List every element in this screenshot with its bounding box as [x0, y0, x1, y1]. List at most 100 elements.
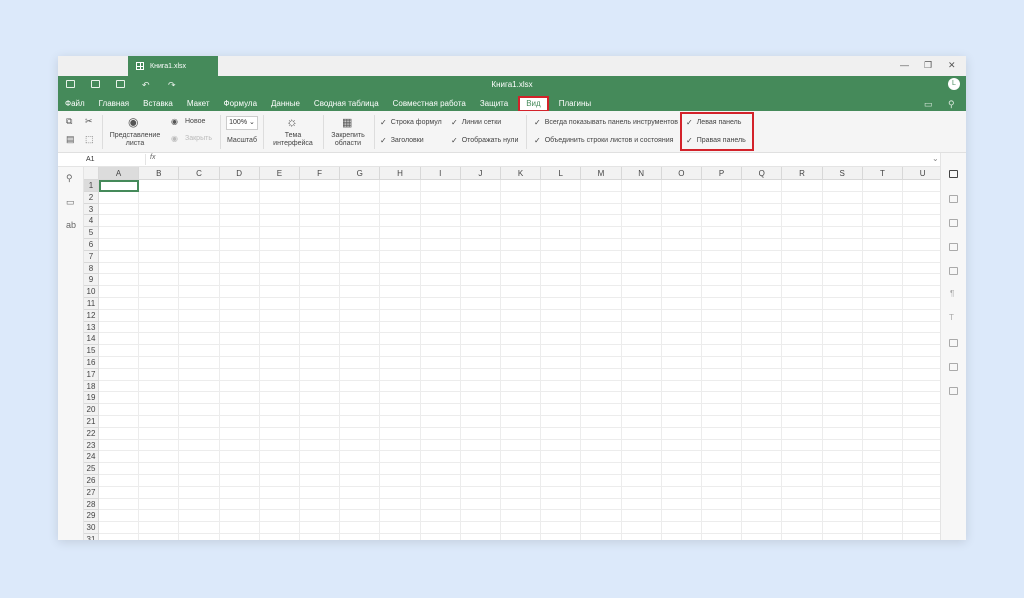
- row-header[interactable]: 10: [84, 286, 99, 298]
- cut-icon[interactable]: ✂: [85, 116, 93, 127]
- sun-icon[interactable]: ☼: [286, 114, 298, 129]
- row-header[interactable]: 30: [84, 522, 99, 534]
- row-header[interactable]: 4: [84, 215, 99, 228]
- sheet-view-label-2[interactable]: листа: [108, 140, 162, 147]
- menu-data[interactable]: Данные: [264, 98, 307, 110]
- freeze-label[interactable]: Закрепить: [326, 132, 370, 139]
- paragraph-icon[interactable]: ¶: [950, 289, 954, 298]
- row-header[interactable]: 31: [84, 534, 99, 540]
- row-header[interactable]: 27: [84, 486, 99, 499]
- formula-bar-checkbox[interactable]: ✓ Строка формул: [380, 118, 442, 127]
- combine-rows-checkbox[interactable]: ✓ Объединить строки листов и состояния: [534, 136, 673, 145]
- menu-protection[interactable]: Защита: [473, 98, 515, 110]
- row-header[interactable]: 7: [84, 250, 99, 263]
- column-header[interactable]: S: [822, 167, 863, 180]
- spreadsheet-grid[interactable]: A B C D E F G H I J K L M N O P Q R S T U 1 2 3 4 5 6 7 8 9 10 11 12 13 14…: [84, 167, 940, 540]
- column-header[interactable]: A: [99, 167, 140, 180]
- theme-label-2[interactable]: интерфейса: [268, 140, 318, 147]
- menu-insert[interactable]: Вставка: [136, 98, 180, 110]
- column-header[interactable]: B: [139, 167, 180, 180]
- show-zeros-checkbox[interactable]: ✓ Отображать нули: [451, 136, 518, 145]
- cell-settings-icon[interactable]: [949, 170, 958, 178]
- row-header[interactable]: 9: [84, 274, 99, 287]
- row-header[interactable]: 21: [84, 416, 99, 428]
- minimize-icon[interactable]: —: [900, 60, 909, 70]
- menu-home[interactable]: Главная: [92, 98, 136, 110]
- menu-file[interactable]: Файл: [58, 98, 92, 110]
- row-header[interactable]: 28: [84, 498, 99, 511]
- row-header[interactable]: 1: [84, 180, 99, 192]
- row-header[interactable]: 8: [84, 262, 99, 275]
- eye-icon[interactable]: ◉: [128, 115, 138, 129]
- menu-layout[interactable]: Макет: [180, 98, 217, 110]
- column-header[interactable]: F: [300, 167, 341, 180]
- column-header[interactable]: T: [862, 167, 903, 180]
- avatar[interactable]: L: [948, 78, 960, 90]
- column-header[interactable]: R: [782, 167, 823, 180]
- chart-settings-icon[interactable]: [949, 267, 958, 275]
- row-header[interactable]: 23: [84, 439, 99, 452]
- format-painter-icon[interactable]: ⬚: [85, 134, 94, 145]
- freeze-panes-icon[interactable]: ▦: [342, 116, 352, 129]
- row-header[interactable]: 17: [84, 368, 99, 381]
- column-header[interactable]: E: [259, 167, 300, 180]
- column-header[interactable]: I: [420, 167, 461, 180]
- row-header[interactable]: 6: [84, 239, 99, 251]
- row-header[interactable]: 13: [84, 321, 99, 334]
- row-header[interactable]: 29: [84, 510, 99, 523]
- column-header[interactable]: G: [340, 167, 381, 180]
- search-icon[interactable]: ⚲: [948, 99, 955, 110]
- select-all-corner[interactable]: [84, 167, 99, 180]
- column-header[interactable]: P: [702, 167, 743, 180]
- always-show-toolbar-checkbox[interactable]: ✓ Всегда показывать панель инструментов: [534, 118, 678, 127]
- column-header[interactable]: U: [903, 167, 940, 180]
- row-header[interactable]: 26: [84, 475, 99, 487]
- menu-pivot-table[interactable]: Сводная таблица: [307, 98, 386, 110]
- pivot-settings-icon[interactable]: [949, 339, 958, 347]
- row-header[interactable]: 11: [84, 298, 99, 310]
- slicer-icon[interactable]: [949, 387, 958, 395]
- spellcheck-icon[interactable]: ab: [66, 220, 76, 230]
- comment-icon[interactable]: ▭: [66, 197, 75, 208]
- column-header[interactable]: C: [179, 167, 220, 180]
- restore-icon[interactable]: ❐: [924, 60, 932, 71]
- row-header[interactable]: 25: [84, 463, 99, 475]
- folder-icon[interactable]: ▭: [924, 99, 933, 110]
- menu-plugins[interactable]: Плагины: [552, 98, 598, 110]
- gridlines-checkbox[interactable]: ✓ Линии сетки: [451, 118, 501, 127]
- column-header[interactable]: M: [581, 167, 622, 180]
- column-header[interactable]: L: [541, 167, 582, 180]
- column-header[interactable]: D: [219, 167, 260, 180]
- menu-collaboration[interactable]: Совместная работа: [386, 98, 473, 110]
- column-header[interactable]: O: [661, 167, 702, 180]
- row-header[interactable]: 3: [84, 203, 99, 216]
- copy-icon[interactable]: ⧉: [66, 116, 72, 127]
- document-tab[interactable]: Книга1.xlsx: [128, 56, 218, 76]
- column-header[interactable]: Q: [742, 167, 783, 180]
- column-header[interactable]: H: [380, 167, 421, 180]
- column-header[interactable]: J: [460, 167, 501, 180]
- paste-icon[interactable]: ▤: [66, 134, 75, 145]
- active-cell[interactable]: [99, 180, 140, 192]
- row-header[interactable]: 24: [84, 451, 99, 464]
- shape-settings-icon[interactable]: [949, 219, 958, 227]
- theme-label[interactable]: Тема: [268, 132, 318, 139]
- row-header[interactable]: 16: [84, 357, 99, 369]
- row-header[interactable]: 19: [84, 392, 99, 405]
- row-header[interactable]: 5: [84, 227, 99, 239]
- column-header[interactable]: N: [621, 167, 662, 180]
- column-header[interactable]: K: [501, 167, 542, 180]
- signature-icon[interactable]: [949, 363, 958, 371]
- row-header[interactable]: 15: [84, 345, 99, 357]
- image-settings-icon[interactable]: [949, 243, 958, 251]
- name-box[interactable]: A1: [84, 154, 146, 165]
- text-art-icon[interactable]: T: [949, 313, 954, 322]
- row-header[interactable]: 20: [84, 404, 99, 416]
- row-header[interactable]: 12: [84, 309, 99, 322]
- row-header[interactable]: 2: [84, 191, 99, 204]
- search-icon[interactable]: ⚲: [66, 173, 73, 184]
- freeze-label-2[interactable]: области: [326, 140, 370, 147]
- row-header[interactable]: 22: [84, 427, 99, 440]
- sheet-view-label[interactable]: Представление: [108, 132, 162, 139]
- formula-expand-icon[interactable]: ⌄: [932, 154, 939, 163]
